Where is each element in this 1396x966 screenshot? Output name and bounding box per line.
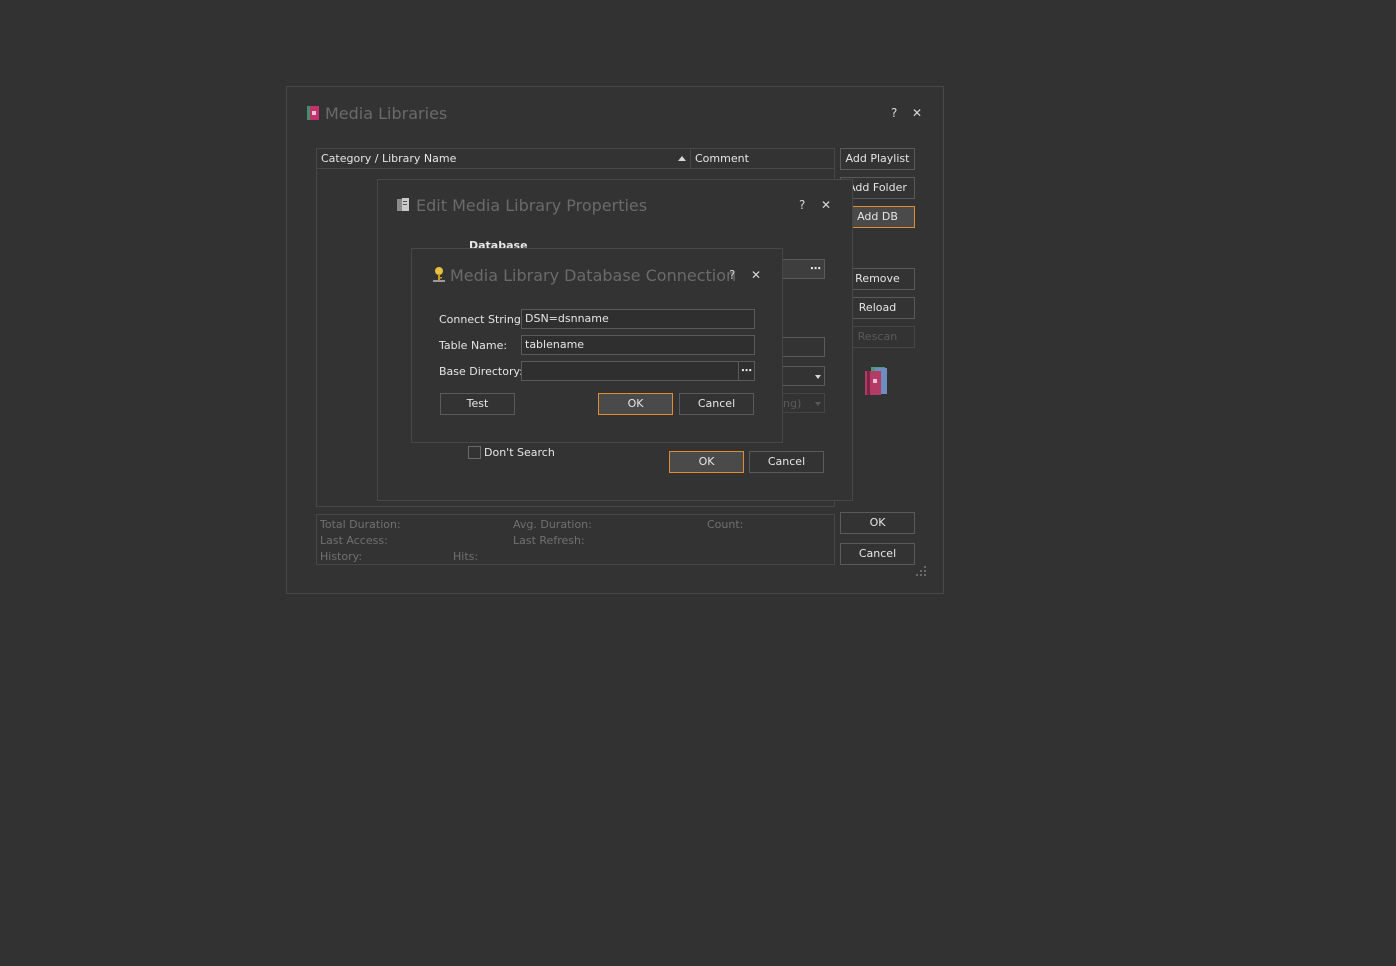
books-icon	[865, 367, 887, 395]
cancel-button[interactable]: Cancel	[679, 393, 754, 415]
ok-button[interactable]: OK	[598, 393, 673, 415]
resize-grip-icon[interactable]	[915, 565, 927, 577]
partial-dropdown-text: ng)	[783, 397, 802, 410]
browse-icon: ⋯	[741, 364, 752, 377]
test-button[interactable]: Test	[440, 393, 515, 415]
avg-duration-label: Avg. Duration:	[513, 518, 592, 531]
history-label: History:	[320, 550, 363, 563]
total-duration-label: Total Duration:	[320, 518, 401, 531]
column-header-comment[interactable]: Comment	[691, 149, 834, 169]
stats-panel: Total Duration: Avg. Duration: Count: La…	[316, 514, 835, 565]
database-path-field[interactable]: ⋯	[780, 259, 825, 279]
dropdown-arrow-icon	[815, 375, 821, 379]
base-directory-input[interactable]	[521, 361, 739, 381]
last-access-label: Last Access:	[320, 534, 388, 547]
base-directory-browse-button[interactable]: ⋯	[738, 361, 755, 381]
cancel-button[interactable]: Cancel	[749, 451, 824, 473]
media-library-icon	[307, 106, 319, 120]
cancel-button[interactable]: Cancel	[840, 543, 915, 565]
database-connection-dialog: Media Library Database Connection ? ✕ Co…	[411, 248, 783, 443]
key-icon	[433, 267, 445, 282]
partial-dropdown[interactable]	[780, 366, 825, 386]
hits-label: Hits:	[453, 550, 479, 563]
dont-search-label: Don't Search	[484, 446, 555, 459]
column-name-label: Category / Library Name	[321, 152, 457, 165]
count-label: Count:	[707, 518, 744, 531]
connect-string-label: Connect String:	[439, 313, 525, 326]
library-book-icon	[397, 198, 409, 211]
close-button[interactable]: ✕	[912, 106, 922, 120]
dialog-title: Media Libraries	[325, 104, 448, 123]
table-name-label: Table Name:	[439, 339, 508, 352]
dropdown-arrow-icon	[815, 402, 821, 406]
help-button[interactable]: ?	[891, 106, 897, 120]
dialog-title: Edit Media Library Properties	[416, 196, 648, 215]
partial-field[interactable]	[780, 337, 825, 357]
help-button[interactable]: ?	[799, 198, 805, 212]
dont-search-checkbox[interactable]	[468, 446, 481, 459]
last-refresh-label: Last Refresh:	[513, 534, 585, 547]
partial-disabled-dropdown[interactable]: ng)	[780, 393, 825, 413]
column-header-name[interactable]: Category / Library Name	[317, 149, 691, 169]
column-comment-label: Comment	[695, 152, 749, 165]
sort-up-icon	[678, 156, 686, 161]
browse-icon[interactable]: ⋯	[810, 262, 821, 275]
close-button[interactable]: ✕	[751, 268, 761, 282]
base-directory-label: Base Directory:	[439, 365, 523, 378]
close-button[interactable]: ✕	[821, 198, 831, 212]
ok-button[interactable]: OK	[840, 512, 915, 534]
help-button[interactable]: ?	[729, 268, 735, 282]
dialog-title: Media Library Database Connection	[450, 266, 737, 285]
table-name-input[interactable]: tablename	[521, 335, 755, 355]
add-playlist-button[interactable]: Add Playlist	[840, 148, 915, 170]
connect-string-input[interactable]: DSN=dsnname	[521, 309, 755, 329]
ok-button[interactable]: OK	[669, 451, 744, 473]
